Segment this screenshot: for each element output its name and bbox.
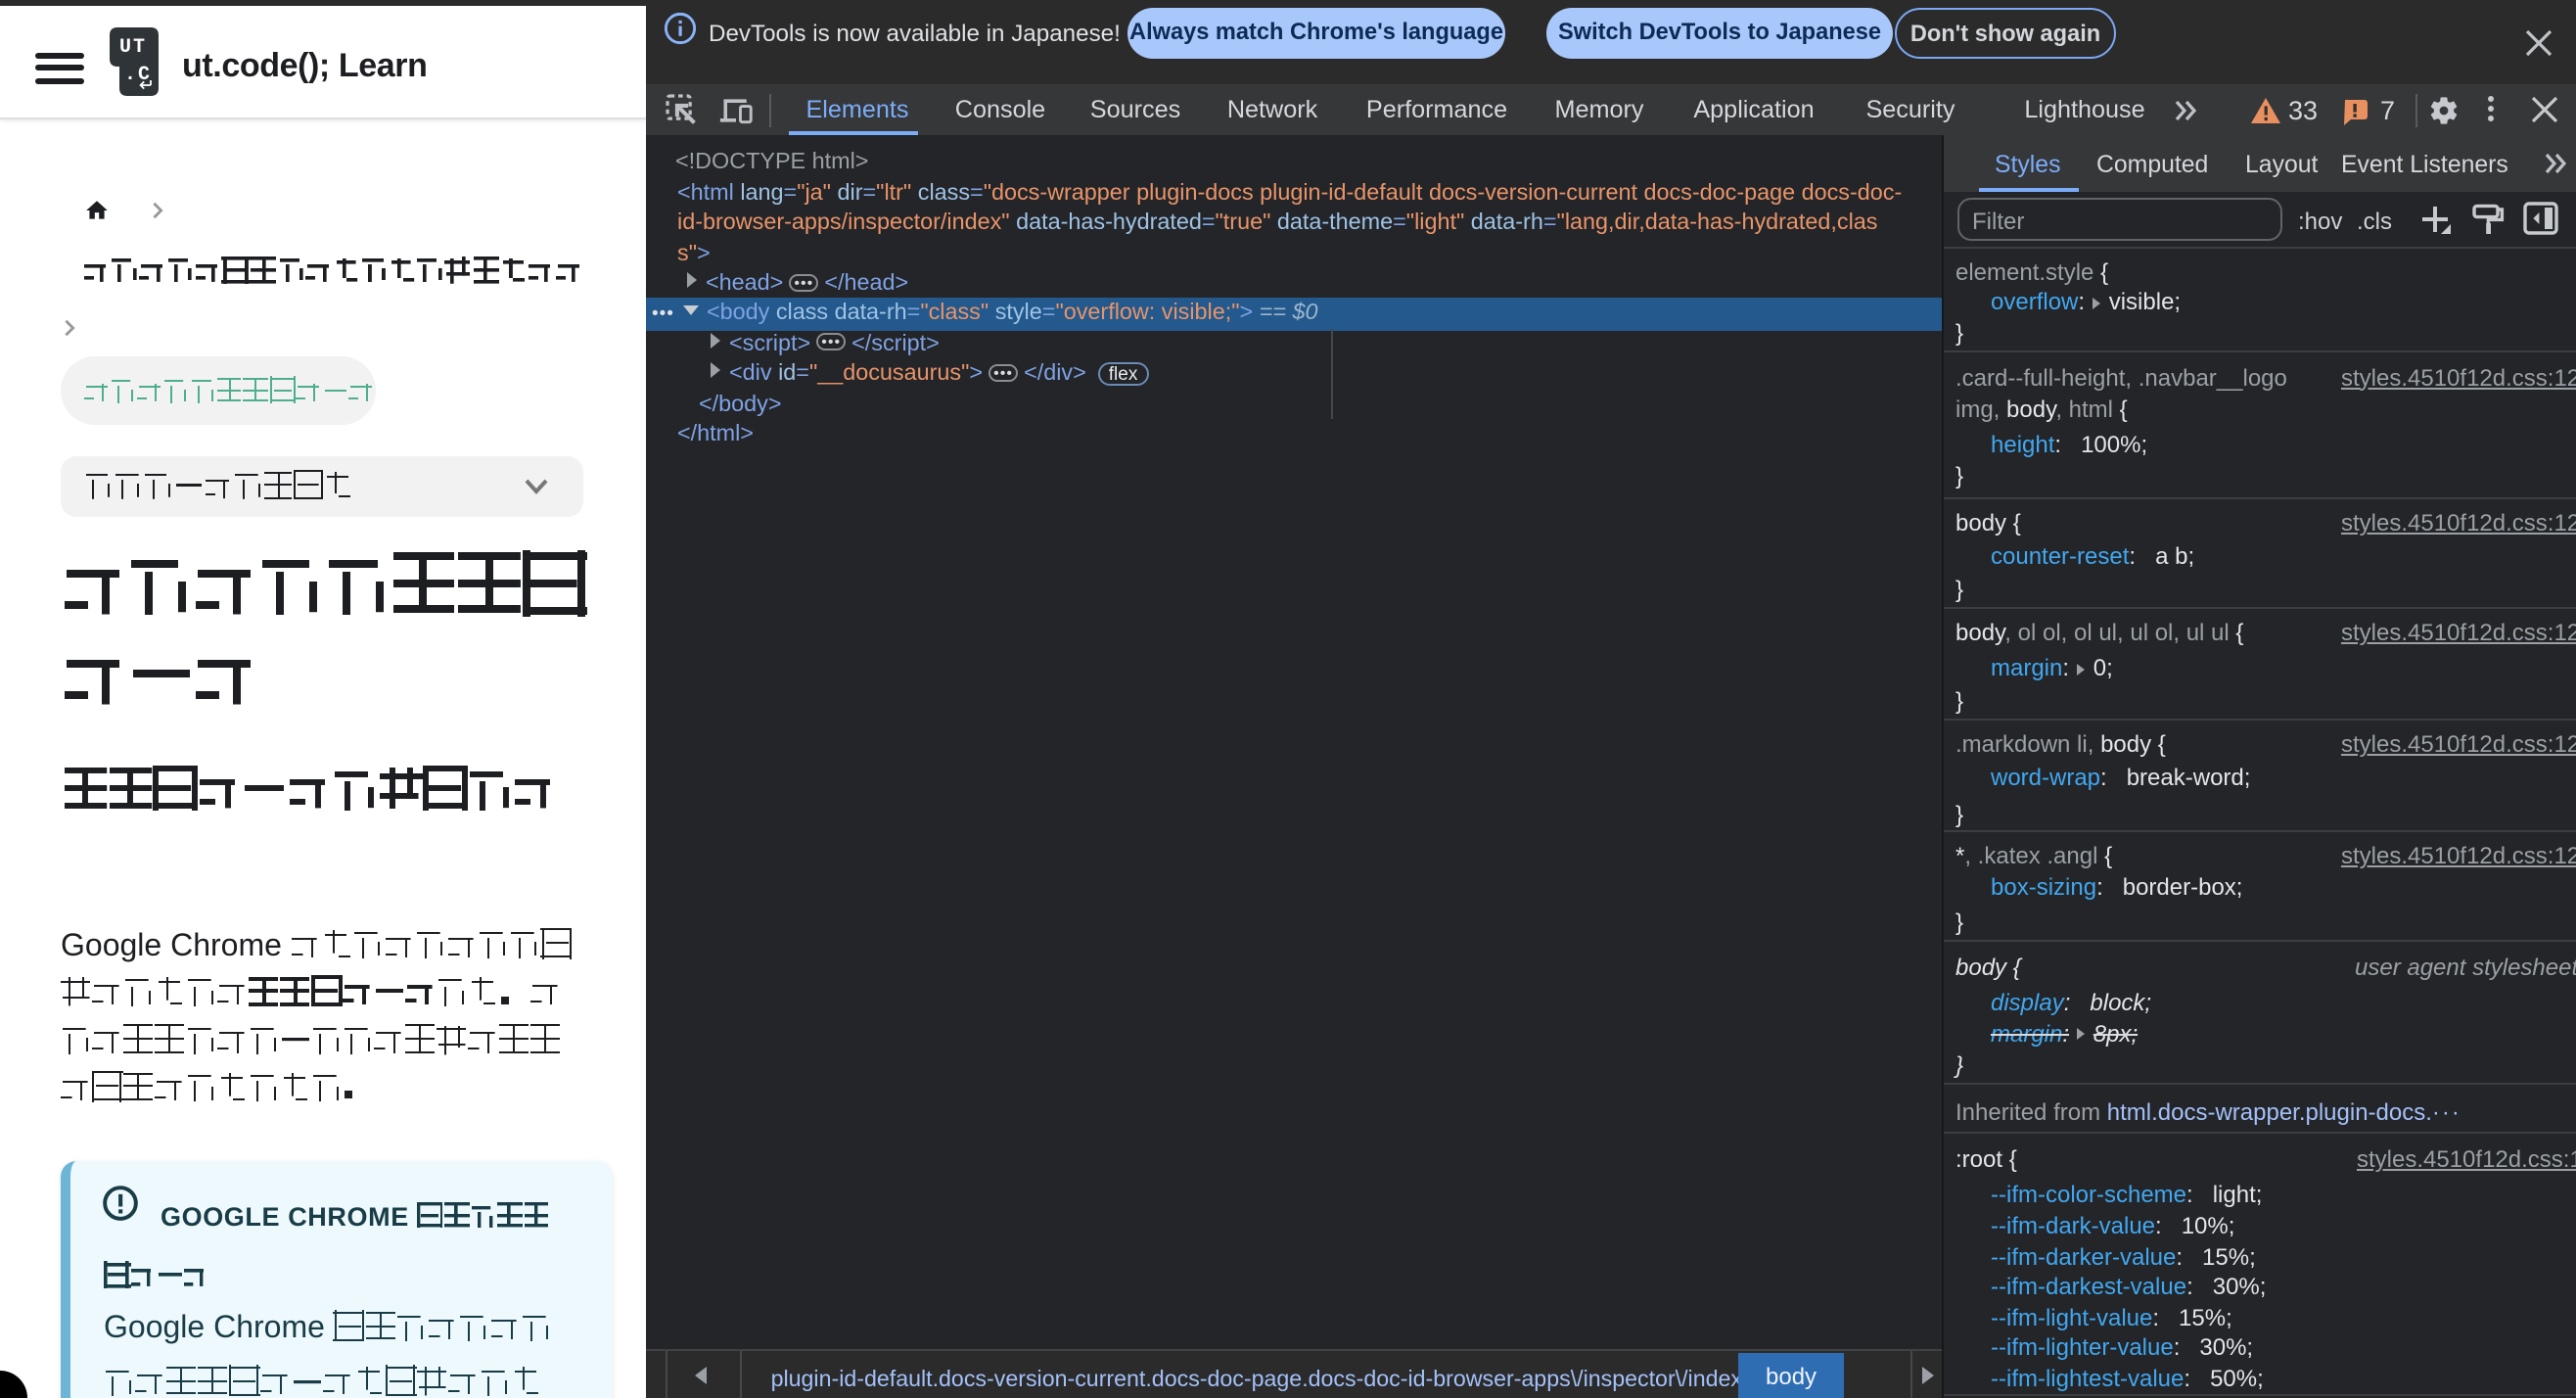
svg-text:.C: .C bbox=[124, 64, 152, 86]
svg-text:UT: UT bbox=[119, 36, 147, 59]
